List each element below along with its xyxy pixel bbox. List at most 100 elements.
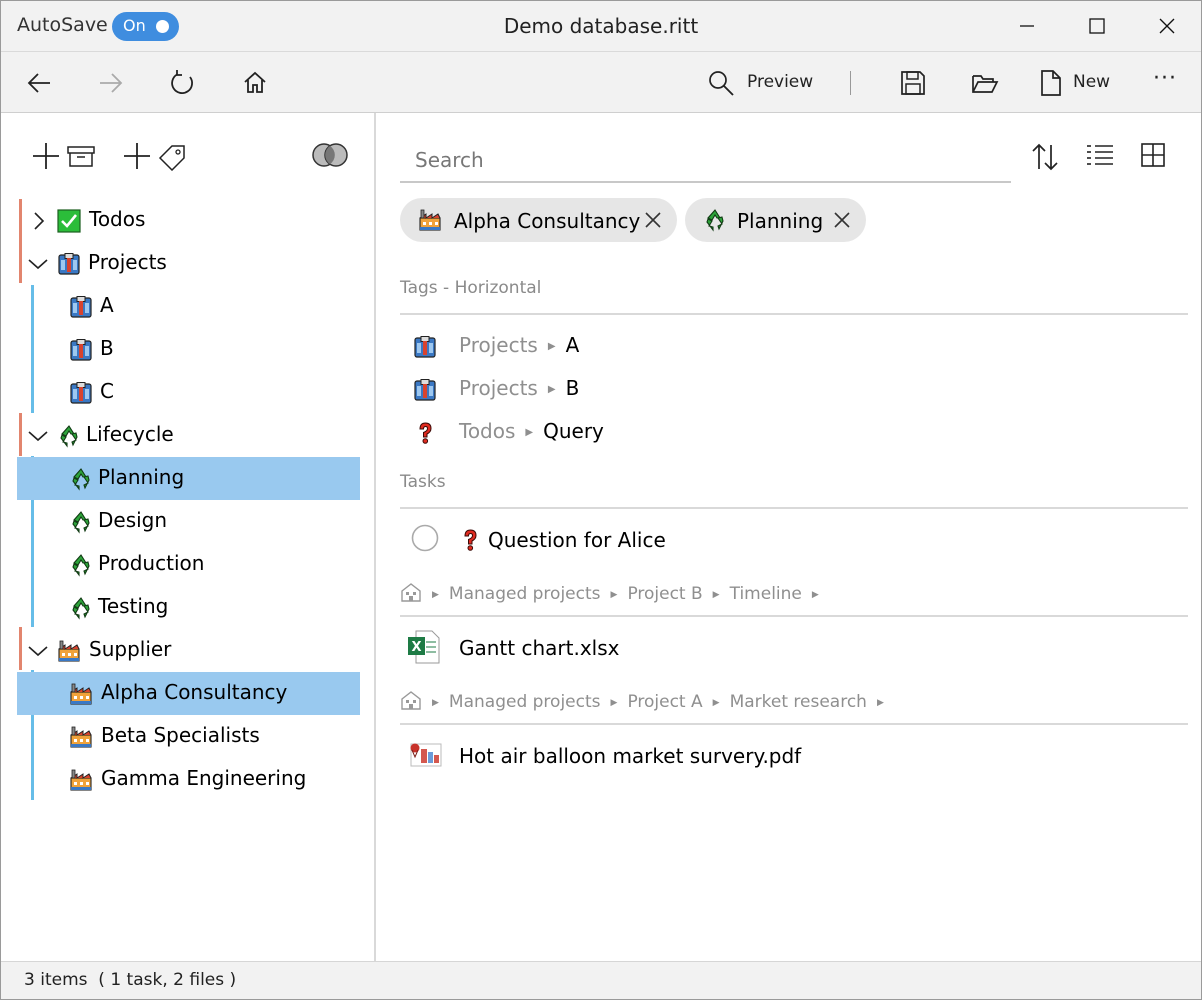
tree-item-project-a[interactable]: A <box>17 285 360 328</box>
tree-item-todos[interactable]: Todos <box>17 199 360 242</box>
tag-row[interactable]: Projects ▶ B <box>400 368 1188 411</box>
list-view-icon[interactable] <box>1085 141 1115 173</box>
add-tag-icon <box>124 143 185 172</box>
status-bar: 3 items ( 1 task, 2 files ) <box>1 961 1201 999</box>
tree-item-production[interactable]: Production <box>17 543 360 586</box>
back-button[interactable] <box>15 52 63 112</box>
tree-item-alpha-consultancy[interactable]: Alpha Consultancy <box>17 672 360 715</box>
close-icon <box>1159 18 1175 34</box>
building-icon <box>401 691 421 710</box>
item-title[interactable]: Question for Alice <box>488 528 666 552</box>
svg-text:X: X <box>412 640 422 655</box>
tree-item-beta-specialists[interactable]: Beta Specialists <box>17 715 360 758</box>
title-bar: AutoSave On Demo database.ritt <box>1 1 1201 51</box>
search-input[interactable]: Search <box>400 147 1011 183</box>
project-icon <box>57 252 81 276</box>
tag-row[interactable]: Projects ▶ A <box>400 325 1188 368</box>
project-icon <box>69 381 93 405</box>
tree-item-project-b[interactable]: B <box>17 328 360 371</box>
tree-item-label: Testing <box>98 594 169 618</box>
project-icon <box>413 378 437 402</box>
forward-button[interactable] <box>87 52 135 112</box>
recycle-icon <box>57 424 81 448</box>
filter-chip-planning[interactable]: Planning <box>685 198 866 242</box>
path-segment: Market research <box>729 692 867 712</box>
remove-filter-icon[interactable] <box>644 211 662 229</box>
minimize-button[interactable] <box>997 1 1057 51</box>
path-segment: Managed projects <box>448 584 601 604</box>
filter-chip-alpha-consultancy[interactable]: Alpha Consultancy <box>400 198 677 242</box>
sort-icon[interactable] <box>1030 141 1060 173</box>
new-button[interactable]: New <box>1035 52 1125 112</box>
path-segment: Managed projects <box>448 692 601 712</box>
item-location-path[interactable]: ▶ Managed projects ▶ Project A ▶ Market resea… <box>400 687 894 712</box>
tree-item-gamma-engineering[interactable]: Gamma Engineering <box>17 758 360 801</box>
preview-button[interactable]: Preview <box>705 52 815 112</box>
more-button[interactable]: ··· <box>1145 52 1187 112</box>
path-segment: Project B <box>627 584 703 604</box>
item-title[interactable]: Hot air balloon market survery.pdf <box>459 744 801 768</box>
refresh-button[interactable] <box>159 52 207 112</box>
excel-icon: X <box>408 630 440 664</box>
more-icon: ··· <box>1153 66 1177 91</box>
tag-parent: Projects <box>459 333 538 357</box>
tree-item-label: B <box>100 336 114 360</box>
home-button[interactable] <box>231 52 279 112</box>
question-icon <box>458 528 482 552</box>
toggle-knob <box>156 20 169 33</box>
tree-item-testing[interactable]: Testing <box>17 586 360 629</box>
minimize-icon <box>1020 25 1034 27</box>
add-container-button[interactable] <box>31 141 97 175</box>
tree-item-design[interactable]: Design <box>17 500 360 543</box>
recycle-icon <box>69 467 93 491</box>
tree-item-label: Planning <box>98 465 185 489</box>
breadcrumb-separator-icon: ▶ <box>547 384 556 395</box>
tag-child: Query <box>543 419 604 443</box>
factory-icon <box>69 682 93 706</box>
factory-icon <box>69 725 93 749</box>
maximize-button[interactable] <box>1067 1 1127 51</box>
save-button[interactable] <box>889 52 937 112</box>
add-tag-button[interactable] <box>122 141 188 175</box>
intersect-button[interactable] <box>311 141 351 175</box>
arrow-left-icon <box>27 73 50 93</box>
tag-parent: Projects <box>459 376 538 400</box>
tree-item-label: Alpha Consultancy <box>101 680 288 704</box>
tree-item-projects[interactable]: Projects <box>17 242 360 285</box>
tree-item-label: Todos <box>89 207 146 231</box>
close-button[interactable] <box>1137 1 1197 51</box>
chevron-down-icon[interactable] <box>27 643 49 659</box>
item-title[interactable]: Gantt chart.xlsx <box>459 636 619 660</box>
chevron-down-icon[interactable] <box>27 428 49 444</box>
tree-item-label: Lifecycle <box>86 422 174 446</box>
tag-row[interactable]: Todos ▶ Query <box>400 411 1188 454</box>
tree-item-supplier[interactable]: Supplier <box>17 629 360 672</box>
autosave-label: AutoSave <box>17 14 108 36</box>
tree-item-lifecycle[interactable]: Lifecycle <box>17 414 360 457</box>
remove-filter-icon[interactable] <box>833 211 851 229</box>
tree-item-project-c[interactable]: C <box>17 371 360 414</box>
search-placeholder: Search <box>415 148 484 172</box>
grid-view-icon[interactable] <box>1140 141 1170 173</box>
task-checkbox[interactable] <box>411 524 439 552</box>
autosave-toggle[interactable]: On <box>112 12 179 41</box>
search-icon <box>709 71 734 96</box>
tree-item-planning[interactable]: Planning <box>17 457 360 500</box>
project-icon <box>413 335 437 359</box>
tree-item-label: C <box>100 379 114 403</box>
tree-item-label: Beta Specialists <box>101 723 260 747</box>
open-button[interactable] <box>961 52 1009 112</box>
item-location-path[interactable]: ▶ Managed projects ▶ Project B ▶ Timeline ▶ <box>400 579 829 604</box>
new-document-icon <box>1041 70 1061 96</box>
factory-icon <box>69 768 93 792</box>
chevron-right-icon[interactable] <box>31 211 47 231</box>
breadcrumb-separator-icon: ▶ <box>525 427 534 438</box>
path-segment: Timeline <box>729 584 802 604</box>
tag-child: A <box>565 333 580 357</box>
toolbar-divider <box>850 71 851 95</box>
app-window: AutoSave On Demo database.ritt Preview N… <box>0 0 1202 1000</box>
checkbox-icon <box>57 209 81 233</box>
chevron-down-icon[interactable] <box>27 256 49 272</box>
building-icon <box>401 583 421 602</box>
tree-item-label: A <box>100 293 114 317</box>
